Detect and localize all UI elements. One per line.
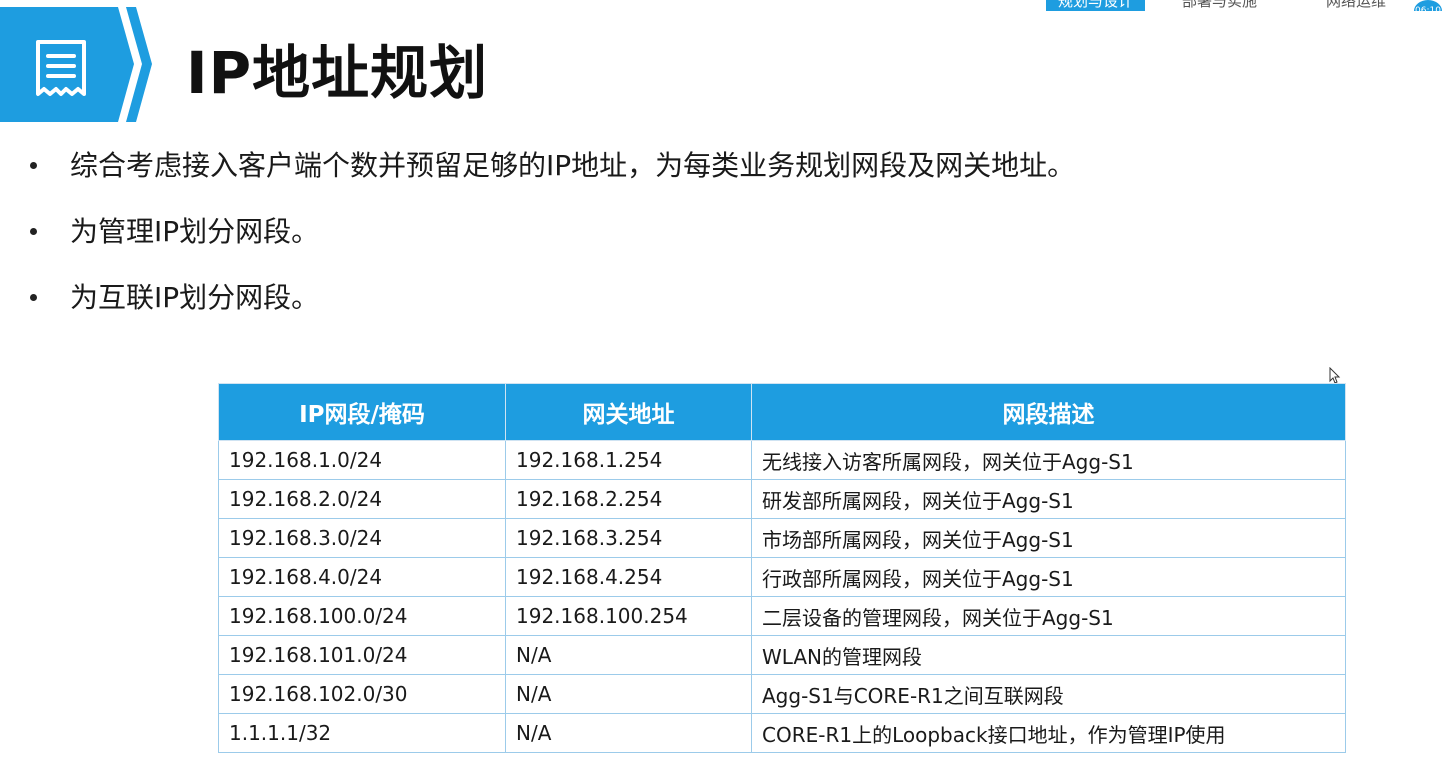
bullet-list: 综合考虑接入客户端个数并预留足够的IP地址，为每类业务规划网段及网关地址。 为管… <box>28 141 1075 339</box>
cell-gateway: N/A <box>505 713 752 753</box>
bullet-item: 为互联IP划分网段。 <box>28 273 1075 339</box>
document-icon <box>34 39 88 99</box>
cell-subnet: 192.168.102.0/30 <box>218 674 506 714</box>
cell-subnet: 192.168.3.0/24 <box>218 518 506 558</box>
cell-description: CORE-R1上的Loopback接口地址，作为管理IP使用 <box>751 713 1346 753</box>
page-title: IP地址规划 <box>186 39 489 107</box>
header-subnet: IP网段/掩码 <box>218 383 506 441</box>
cell-gateway: 192.168.100.254 <box>505 596 752 636</box>
cell-description: 市场部所属网段，网关位于Agg-S1 <box>751 518 1346 558</box>
bullet-item: 综合考虑接入客户端个数并预留足够的IP地址，为每类业务规划网段及网关地址。 <box>28 141 1075 207</box>
nav-item-operations[interactable]: 网络运维 <box>1326 0 1386 11</box>
table-row: 192.168.1.0/24 192.168.1.254 无线接入访客所属网段，网关… <box>218 440 1346 480</box>
cell-gateway: 192.168.4.254 <box>505 557 752 597</box>
cell-description: 研发部所属网段，网关位于Agg-S1 <box>751 479 1346 519</box>
bullet-dot <box>30 294 37 301</box>
cell-gateway: 192.168.2.254 <box>505 479 752 519</box>
header-description: 网段描述 <box>751 383 1346 441</box>
nav-item-planning[interactable]: 规划与设计 <box>1046 0 1146 11</box>
nav-item-deployment[interactable]: 部署与实施 <box>1182 0 1257 11</box>
table-header-row: IP网段/掩码 网关地址 网段描述 <box>218 383 1346 441</box>
header-gateway: 网关地址 <box>505 383 752 441</box>
table-row: 192.168.101.0/24 N/A WLAN的管理网段 <box>218 635 1346 675</box>
table-row: 192.168.4.0/24 192.168.4.254 行政部所属网段，网关位于A… <box>218 557 1346 597</box>
cell-subnet: 192.168.100.0/24 <box>218 596 506 636</box>
bullet-dot <box>30 162 37 169</box>
cell-gateway: 192.168.1.254 <box>505 440 752 480</box>
cell-gateway: N/A <box>505 674 752 714</box>
cell-subnet: 192.168.101.0/24 <box>218 635 506 675</box>
timestamp-badge: 06:10 <box>1414 0 1442 11</box>
table-row: 192.168.102.0/30 N/A Agg-S1与CORE-R1之间互联网段 <box>218 674 1346 714</box>
cell-subnet: 192.168.4.0/24 <box>218 557 506 597</box>
table-row: 1.1.1.1/32 N/A CORE-R1上的Loopback接口地址，作为管理I… <box>218 713 1346 753</box>
table-row: 192.168.2.0/24 192.168.2.254 研发部所属网段，网关位于A… <box>218 479 1346 519</box>
cell-description: WLAN的管理网段 <box>751 635 1346 675</box>
ip-plan-table: IP网段/掩码 网关地址 网段描述 192.168.1.0/24 192.168.… <box>218 383 1346 753</box>
bullet-text: 为管理IP划分网段。 <box>70 215 320 248</box>
cell-description: 二层设备的管理网段，网关位于Agg-S1 <box>751 596 1346 636</box>
cell-description: 行政部所属网段，网关位于Agg-S1 <box>751 557 1346 597</box>
cell-subnet: 192.168.1.0/24 <box>218 440 506 480</box>
cell-subnet: 192.168.2.0/24 <box>218 479 506 519</box>
cell-gateway: 192.168.3.254 <box>505 518 752 558</box>
bullet-item: 为管理IP划分网段。 <box>28 207 1075 273</box>
top-nav-strip: 规划与设计 部署与实施 网络运维 06:10 <box>1046 0 1444 11</box>
cell-subnet: 1.1.1.1/32 <box>218 713 506 753</box>
table-row: 192.168.3.0/24 192.168.3.254 市场部所属网段，网关位于A… <box>218 518 1346 558</box>
header-badge <box>0 7 152 122</box>
cell-gateway: N/A <box>505 635 752 675</box>
table-row: 192.168.100.0/24 192.168.100.254 二层设备的管理网段… <box>218 596 1346 636</box>
bullet-text: 综合考虑接入客户端个数并预留足够的IP地址，为每类业务规划网段及网关地址。 <box>70 149 1076 182</box>
bullet-dot <box>30 228 37 235</box>
bullet-text: 为互联IP划分网段。 <box>70 281 320 314</box>
cell-description: 无线接入访客所属网段，网关位于Agg-S1 <box>751 440 1346 480</box>
cell-description: Agg-S1与CORE-R1之间互联网段 <box>751 674 1346 714</box>
